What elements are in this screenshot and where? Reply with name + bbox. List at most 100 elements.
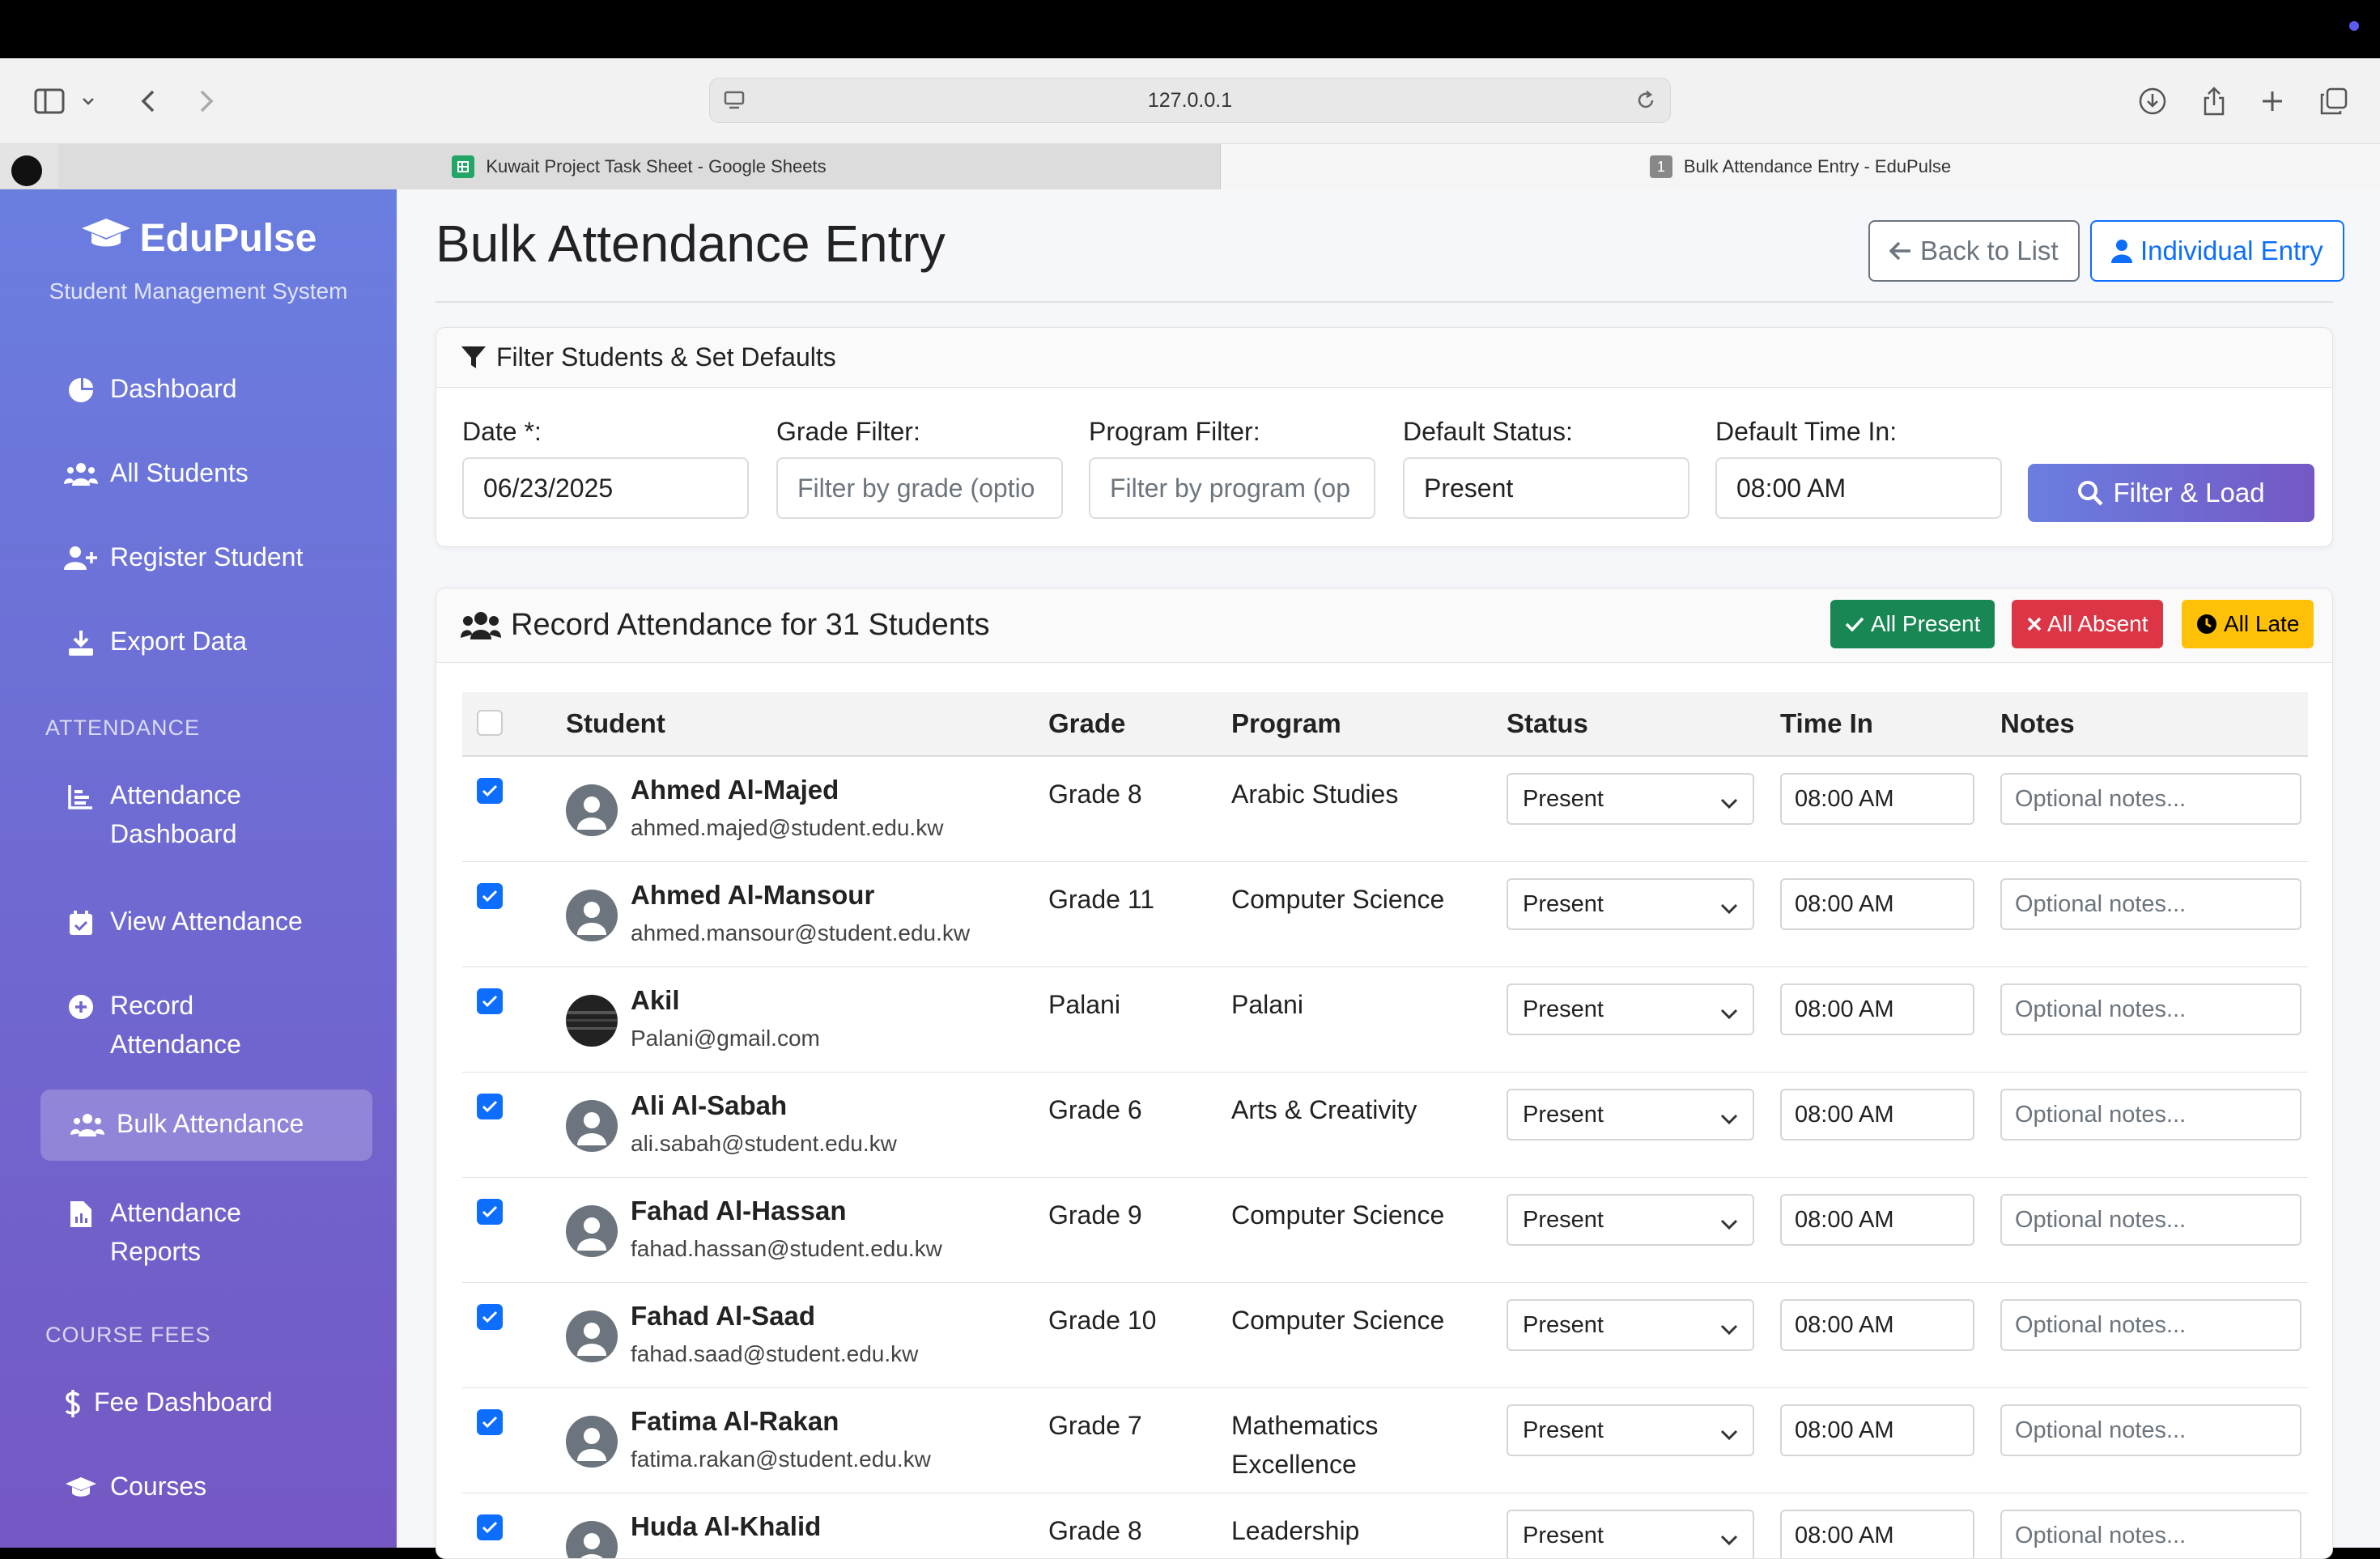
- student-grade: Palani: [1048, 990, 1120, 1019]
- notes-input[interactable]: Optional notes...: [2000, 773, 2301, 825]
- forward-arrow-icon[interactable]: [188, 83, 225, 120]
- default-time-input[interactable]: 08:00 AM: [1715, 457, 2002, 519]
- brand-name: EduPulse: [139, 216, 317, 260]
- row-checkbox[interactable]: [477, 1514, 503, 1540]
- filter-load-button[interactable]: Filter & Load: [2028, 464, 2314, 522]
- row-checkbox[interactable]: [477, 988, 503, 1014]
- chart-line-icon: [63, 780, 99, 813]
- status-select[interactable]: Present: [1507, 983, 1754, 1035]
- back-to-list-button[interactable]: Back to List: [1868, 220, 2080, 282]
- downloads-icon[interactable]: [2134, 83, 2171, 120]
- status-select[interactable]: Present: [1507, 773, 1754, 825]
- status-select[interactable]: Present: [1507, 878, 1754, 930]
- time-in-input[interactable]: 08:00 AM: [1780, 1194, 1974, 1246]
- student-name: Huda Al-Khalid: [631, 1511, 822, 1541]
- chevron-down-icon[interactable]: [78, 83, 99, 120]
- all-absent-button[interactable]: All Absent: [2012, 600, 2163, 648]
- sidebar-item-attendance-dashboard[interactable]: Attendance Dashboard: [63, 780, 355, 853]
- row-checkbox[interactable]: [477, 1304, 503, 1330]
- users-icon: [461, 610, 501, 641]
- time-in-input[interactable]: 08:00 AM: [1780, 878, 1974, 930]
- student-grade: Grade 6: [1048, 1095, 1142, 1124]
- grade-filter-label: Grade Filter:: [776, 417, 920, 446]
- brand[interactable]: EduPulse: [0, 214, 397, 261]
- sidebar-item-courses[interactable]: Courses: [63, 1472, 395, 1504]
- status-select[interactable]: Present: [1507, 1089, 1754, 1141]
- github-icon[interactable]: [11, 155, 42, 186]
- table-row: Fahad Al-Hassan fahad.hassan@student.edu…: [462, 1178, 2308, 1283]
- status-select[interactable]: Present: [1507, 1194, 1754, 1246]
- main-content: Bulk Attendance Entry Back to List Indiv…: [397, 189, 2380, 1559]
- sidebar-toggle-icon[interactable]: [31, 83, 68, 120]
- sidebar-item-register-student[interactable]: Register Student: [63, 542, 395, 575]
- notes-input[interactable]: Optional notes...: [2000, 1299, 2301, 1351]
- all-late-button[interactable]: All Late: [2182, 600, 2314, 648]
- student-program: Mathematics Excellence: [1231, 1411, 1379, 1479]
- sidebar-item-label: Register Student: [110, 542, 304, 571]
- grade-filter-input[interactable]: Filter by grade (optio: [776, 457, 1063, 519]
- all-present-button[interactable]: All Present: [1830, 600, 1995, 648]
- time-in-input[interactable]: 08:00 AM: [1780, 1089, 1974, 1141]
- notes-input[interactable]: Optional notes...: [2000, 1089, 2301, 1141]
- reload-icon[interactable]: [1634, 89, 1657, 117]
- status-select[interactable]: Present: [1507, 1510, 1754, 1558]
- row-checkbox[interactable]: [477, 1199, 503, 1225]
- notes-input[interactable]: Optional notes...: [2000, 1194, 2301, 1246]
- notes-input[interactable]: Optional notes...: [2000, 878, 2301, 930]
- time-in-input[interactable]: 08:00 AM: [1780, 1510, 1974, 1558]
- sidebar-item-export-data[interactable]: Export Data: [63, 627, 395, 659]
- student-program: Computer Science: [1231, 885, 1445, 914]
- status-value: Present: [1523, 996, 1604, 1022]
- student-grade: Grade 8: [1048, 780, 1142, 809]
- sidebar-item-all-students[interactable]: All Students: [63, 458, 395, 491]
- notes-input[interactable]: Optional notes...: [2000, 1510, 2301, 1558]
- sidebar-item-attendance-reports[interactable]: Attendance Reports: [63, 1198, 355, 1271]
- sidebar-item-bulk-attendance[interactable]: Bulk Attendance: [40, 1090, 372, 1161]
- sidebar-item-view-attendance[interactable]: View Attendance: [63, 907, 395, 939]
- new-tab-plus-icon[interactable]: [2254, 83, 2291, 120]
- default-status-select[interactable]: Present: [1403, 457, 1689, 519]
- chevron-down-icon: [1720, 1421, 1738, 1447]
- student-program: Computer Science: [1231, 1200, 1445, 1230]
- site-settings-icon[interactable]: [723, 89, 746, 117]
- photo-avatar-icon: [566, 1011, 618, 1030]
- sidebar-item-label: Courses: [110, 1472, 207, 1501]
- student-program: Arabic Studies: [1231, 780, 1399, 809]
- individual-entry-button[interactable]: Individual Entry: [2090, 220, 2344, 282]
- program-filter-input[interactable]: Filter by program (op: [1089, 457, 1375, 519]
- back-arrow-icon[interactable]: [130, 83, 167, 120]
- address-bar[interactable]: 127.0.0.1: [709, 78, 1671, 123]
- time-in-input[interactable]: 08:00 AM: [1780, 773, 1974, 825]
- notes-input[interactable]: Optional notes...: [2000, 983, 2301, 1035]
- sidebar-item-fee-dashboard[interactable]: Fee Dashboard: [63, 1387, 395, 1420]
- student-name: Ahmed Al-Majed: [631, 775, 839, 805]
- sidebar-item-record-attendance[interactable]: Record Attendance: [63, 991, 355, 1064]
- row-checkbox[interactable]: [477, 1094, 503, 1119]
- sidebar-item-dashboard[interactable]: Dashboard: [63, 374, 395, 406]
- user-silhouette-icon: [580, 1533, 603, 1558]
- row-checkbox[interactable]: [477, 1409, 503, 1435]
- date-input[interactable]: 06/23/2025: [462, 457, 749, 519]
- tab-edupulse[interactable]: 1 Bulk Attendance Entry - EduPulse: [1221, 144, 2380, 189]
- section-heading-course-fees: COURSE FEES: [45, 1323, 211, 1347]
- user-silhouette-icon: [577, 902, 606, 935]
- row-checkbox[interactable]: [477, 778, 503, 804]
- check-icon: [482, 1521, 498, 1534]
- status-select[interactable]: Present: [1507, 1404, 1754, 1456]
- share-icon[interactable]: [2195, 83, 2233, 120]
- avatar: [566, 1100, 618, 1152]
- student-grade: Grade 8: [1048, 1516, 1142, 1545]
- tab-overview-icon[interactable]: [2315, 83, 2352, 120]
- notes-input[interactable]: Optional notes...: [2000, 1404, 2301, 1456]
- select-all-checkbox[interactable]: [477, 710, 503, 736]
- row-checkbox[interactable]: [477, 883, 503, 909]
- sidebar-item-label: Attendance Reports: [110, 1198, 241, 1266]
- sidebar-item-label: Record Attendance: [110, 991, 241, 1059]
- time-in-input[interactable]: 08:00 AM: [1780, 983, 1974, 1035]
- column-program: Program: [1231, 708, 1341, 738]
- tab-google-sheets[interactable]: Kuwait Project Task Sheet - Google Sheet…: [58, 144, 1221, 189]
- status-select[interactable]: Present: [1507, 1299, 1754, 1351]
- time-in-input[interactable]: 08:00 AM: [1780, 1404, 1974, 1456]
- time-in-input[interactable]: 08:00 AM: [1780, 1299, 1974, 1351]
- check-icon: [482, 1205, 498, 1218]
